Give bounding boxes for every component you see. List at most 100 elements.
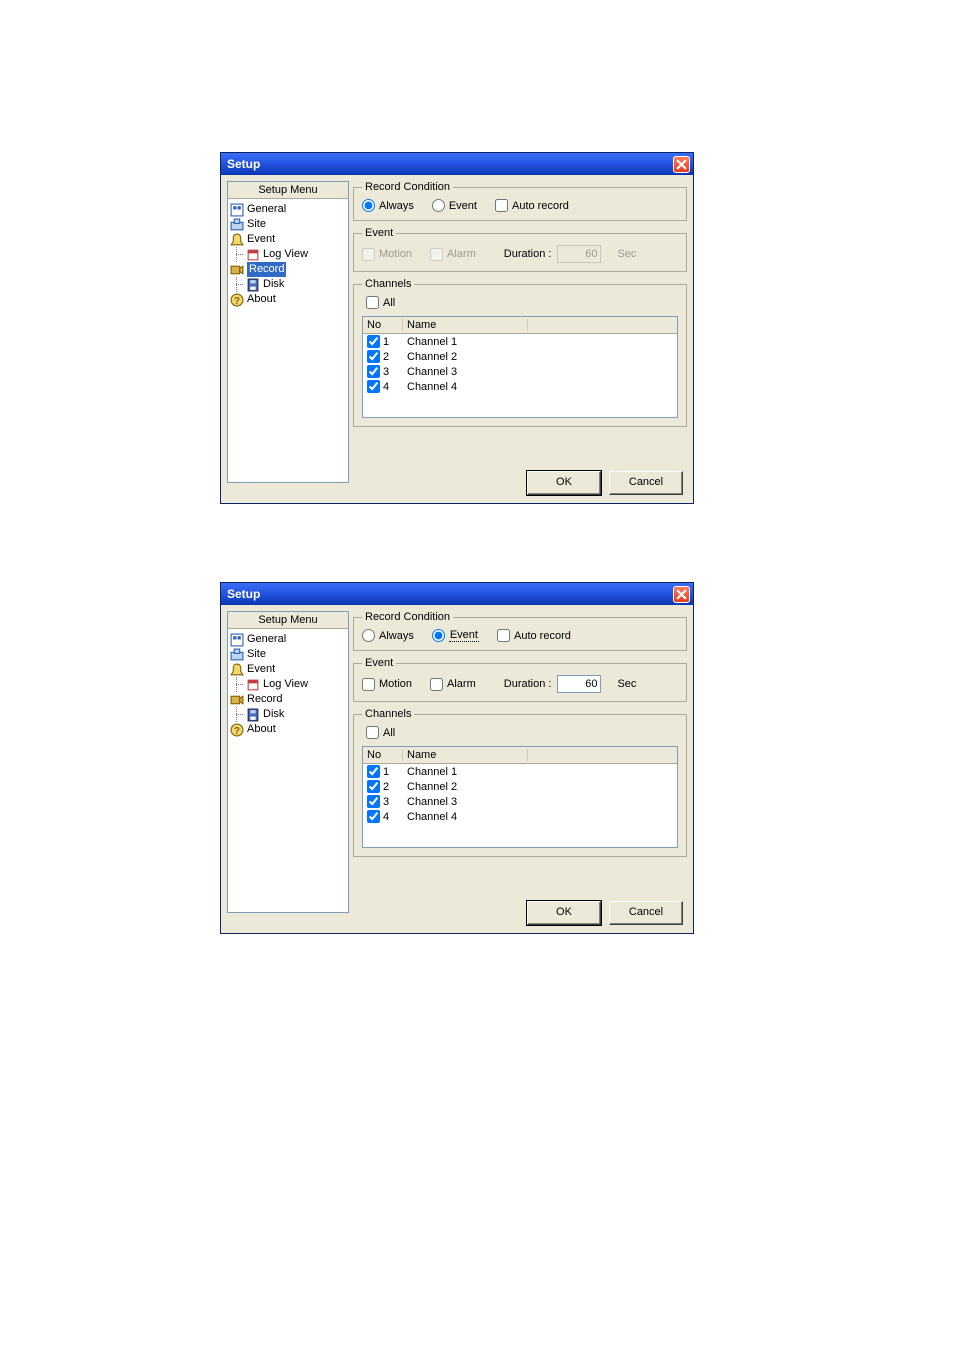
setup-menu-tree[interactable]: Setup Menu General Site (227, 181, 349, 483)
channel-name: Channel 4 (403, 381, 457, 393)
col-no[interactable]: No (363, 749, 403, 761)
tree-item-disk[interactable]: Disk (230, 277, 346, 292)
radio-event-input[interactable] (432, 199, 445, 212)
radio-event[interactable]: Event (432, 629, 479, 642)
record-condition-group: Record Condition Always Event Auto recor… (353, 181, 687, 221)
channel-checkbox[interactable] (367, 765, 380, 778)
group-legend: Record Condition (362, 611, 453, 623)
titlebar[interactable]: Setup (221, 153, 693, 175)
disk-icon (246, 708, 260, 722)
check-alarm-input (430, 248, 443, 261)
channel-checkbox[interactable] (367, 350, 380, 363)
check-auto-record[interactable]: Auto record (497, 629, 571, 642)
channel-name: Channel 4 (403, 811, 457, 823)
check-motion-input[interactable] (362, 678, 375, 691)
setup-dialog: Setup Setup Menu General (220, 152, 694, 504)
check-all-input[interactable] (366, 726, 379, 739)
tree-item-logview[interactable]: Log View (230, 247, 346, 262)
radio-always[interactable]: Always (362, 629, 414, 642)
group-legend: Channels (362, 708, 414, 720)
check-all-input[interactable] (366, 296, 379, 309)
tree-item-record[interactable]: Record (230, 262, 346, 277)
channel-row[interactable]: 4 Channel 4 (363, 809, 677, 824)
check-all[interactable]: All (366, 296, 395, 309)
tree-item-record[interactable]: Record (230, 692, 346, 707)
dialog-title: Setup (227, 587, 260, 601)
tree-item-site[interactable]: Site (230, 647, 346, 662)
radio-event-input[interactable] (432, 629, 445, 642)
logview-icon (246, 678, 260, 692)
check-all[interactable]: All (366, 726, 395, 739)
check-motion[interactable]: Motion (362, 678, 412, 691)
check-alarm-input[interactable] (430, 678, 443, 691)
channel-list[interactable]: No Name 1 Channel 1 2 Channel 2 3 Cha (362, 316, 678, 418)
tree-item-about[interactable]: ? About (230, 722, 346, 737)
channel-checkbox[interactable] (367, 810, 380, 823)
channel-name: Channel 3 (403, 796, 457, 808)
tree-item-general[interactable]: General (230, 632, 346, 647)
check-auto-record[interactable]: Auto record (495, 199, 569, 212)
channel-name: Channel 2 (403, 781, 457, 793)
col-no[interactable]: No (363, 319, 403, 331)
site-icon (230, 218, 244, 232)
col-name[interactable]: Name (403, 319, 528, 331)
tree-item-event[interactable]: Event (230, 232, 346, 247)
tree-label: About (247, 722, 276, 737)
tree-item-event[interactable]: Event (230, 662, 346, 677)
channel-list[interactable]: No Name 1 Channel 1 2 Channel 2 3 Cha (362, 746, 678, 848)
disk-icon (246, 278, 260, 292)
tree-label: Disk (263, 277, 284, 292)
channel-row[interactable]: 3 Channel 3 (363, 794, 677, 809)
channel-row[interactable]: 2 Channel 2 (363, 779, 677, 794)
tree-item-general[interactable]: General (230, 202, 346, 217)
tree-label: Event (247, 232, 275, 247)
channel-name: Channel 3 (403, 366, 457, 378)
channel-checkbox[interactable] (367, 380, 380, 393)
radio-event[interactable]: Event (432, 199, 477, 212)
tree-label: General (247, 632, 286, 647)
ok-button[interactable]: OK (527, 901, 601, 925)
check-auto-record-input[interactable] (495, 199, 508, 212)
close-button[interactable] (673, 586, 690, 603)
col-name[interactable]: Name (403, 749, 528, 761)
tree-item-about[interactable]: ? About (230, 292, 346, 307)
tree-label: Log View (263, 677, 308, 692)
duration-input[interactable] (557, 675, 601, 693)
channel-checkbox[interactable] (367, 795, 380, 808)
close-icon (676, 589, 687, 600)
tree-label: Event (247, 662, 275, 677)
radio-always-input[interactable] (362, 199, 375, 212)
check-auto-record-input[interactable] (497, 629, 510, 642)
tree-item-site[interactable]: Site (230, 217, 346, 232)
channel-row[interactable]: 2 Channel 2 (363, 349, 677, 364)
check-motion-input (362, 248, 375, 261)
channel-name: Channel 1 (403, 766, 457, 778)
group-legend: Record Condition (362, 181, 453, 193)
channel-row[interactable]: 3 Channel 3 (363, 364, 677, 379)
channel-row[interactable]: 1 Channel 1 (363, 764, 677, 779)
cancel-button[interactable]: Cancel (609, 901, 683, 925)
radio-always[interactable]: Always (362, 199, 414, 212)
setup-menu-tree[interactable]: Setup Menu General Site (227, 611, 349, 913)
close-icon (676, 159, 687, 170)
dialog-title: Setup (227, 157, 260, 171)
channel-checkbox[interactable] (367, 780, 380, 793)
check-alarm[interactable]: Alarm (430, 678, 476, 691)
ok-button[interactable]: OK (527, 471, 601, 495)
titlebar[interactable]: Setup (221, 583, 693, 605)
channel-row[interactable]: 1 Channel 1 (363, 334, 677, 349)
setup-menu-header: Setup Menu (228, 612, 348, 629)
general-icon (230, 203, 244, 217)
cancel-button[interactable]: Cancel (609, 471, 683, 495)
record-condition-group: Record Condition Always Event Auto recor… (353, 611, 687, 651)
event-group: Event Motion Alarm Duration : Sec (353, 657, 687, 702)
close-button[interactable] (673, 156, 690, 173)
channel-row[interactable]: 4 Channel 4 (363, 379, 677, 394)
tree-item-logview[interactable]: Log View (230, 677, 346, 692)
tree-label: Site (247, 647, 266, 662)
tree-item-disk[interactable]: Disk (230, 707, 346, 722)
radio-always-input[interactable] (362, 629, 375, 642)
channel-checkbox[interactable] (367, 365, 380, 378)
channel-checkbox[interactable] (367, 335, 380, 348)
site-icon (230, 648, 244, 662)
